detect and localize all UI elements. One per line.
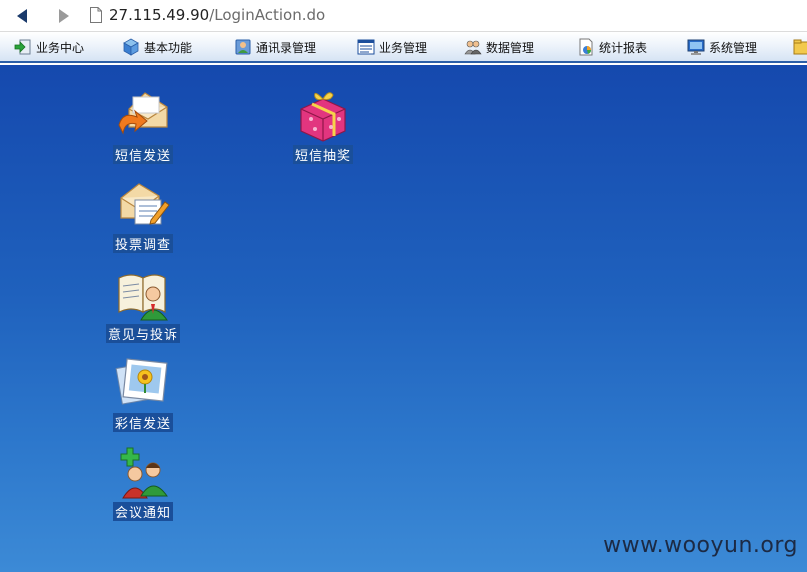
url-host: 27.115.49.90: [109, 6, 210, 24]
desktop-icon-sms-send[interactable]: 短信发送: [95, 87, 191, 164]
menu-label: 统计报表: [599, 40, 648, 55]
menu-bar: 业务中心 基本功能 通讯录管理 业务管理 数据管理 统计报表 系统管理: [0, 32, 807, 63]
desktop-icon-mms-send[interactable]: 彩信发送: [95, 355, 191, 432]
menu-item-statistics-reports[interactable]: 统计报表: [577, 36, 647, 58]
address-bar: 27.115.49.90/LoginAction.do: [0, 0, 807, 32]
menu-item-basic-functions[interactable]: 基本功能: [122, 36, 192, 58]
desktop-icon-label: 投票调查: [112, 234, 173, 253]
menu-label: 业务管理: [379, 40, 428, 55]
desktop-icon-feedback-complaints[interactable]: 意见与投诉: [95, 266, 191, 343]
contacts-icon: [235, 39, 251, 55]
window-icon: [357, 39, 375, 55]
menu-label: 业务中心: [36, 40, 85, 55]
forward-arrow-icon: [59, 9, 69, 23]
menu-label: 系统管理: [709, 40, 758, 55]
desktop-icon-vote-survey[interactable]: 投票调查: [95, 176, 191, 253]
desktop-icon-label: 彩信发送: [112, 413, 173, 432]
menu-item-data-management[interactable]: 数据管理: [464, 36, 534, 58]
menu-label: 通讯录管理: [256, 40, 317, 55]
menu-item-contacts[interactable]: 通讯录管理: [234, 36, 316, 58]
folder-icon: [793, 39, 807, 55]
menu-item-system-management[interactable]: 系统管理: [687, 36, 757, 58]
menu-item-business-management[interactable]: 业务管理: [357, 36, 427, 58]
url-field[interactable]: 27.115.49.90/LoginAction.do: [109, 6, 325, 24]
cube-icon: [123, 38, 139, 56]
menu-label: 数据管理: [486, 40, 535, 55]
envelope-send-icon: [118, 92, 168, 135]
menu-item-overflow[interactable]: [793, 36, 807, 58]
envelope-pencil-icon: [120, 183, 170, 225]
meeting-people-icon: [120, 447, 168, 499]
picture-flower-icon: [115, 358, 168, 405]
report-icon: [579, 38, 593, 56]
book-person-icon: [118, 274, 168, 321]
desktop-icon-label: 会议通知: [112, 502, 173, 521]
enter-icon: [14, 39, 31, 55]
back-button[interactable]: [12, 6, 32, 26]
people-icon: [464, 40, 482, 55]
menu-item-business-center[interactable]: 业务中心: [14, 36, 84, 58]
desktop: 短信发送 短信抽奖 投票调查 意见与投诉 彩信发送 会议通知 www.wooyu…: [0, 65, 807, 572]
desktop-icon-label: 短信抽奖: [292, 145, 353, 164]
desktop-icon-sms-lottery[interactable]: 短信抽奖: [275, 87, 371, 164]
desktop-icon-label: 短信发送: [112, 145, 173, 164]
desktop-icon-label: 意见与投诉: [105, 324, 180, 343]
back-arrow-icon: [17, 9, 27, 23]
watermark: www.wooyun.org: [603, 533, 798, 558]
menu-label: 基本功能: [144, 40, 193, 55]
forward-button[interactable]: [54, 6, 74, 26]
gift-box-icon: [300, 92, 346, 142]
monitor-icon: [687, 39, 705, 55]
url-path: /LoginAction.do: [209, 6, 326, 24]
desktop-icon-meeting-notice[interactable]: 会议通知: [95, 444, 191, 521]
page-icon: [90, 7, 102, 23]
